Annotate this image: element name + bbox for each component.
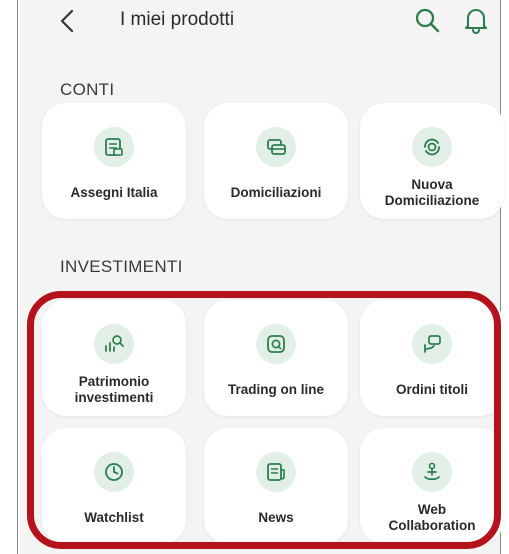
product-label: News	[258, 510, 294, 525]
product-label: Ordini titoli	[396, 382, 468, 397]
collaboration-icon	[412, 452, 452, 492]
product-label: Web Collaboration	[388, 502, 476, 533]
page-title: I miei prodotti	[120, 9, 235, 30]
product-card-patrimonio-investimenti[interactable]: Patrimonio investimenti	[42, 300, 186, 416]
section-title-investimenti: INVESTIMENTI	[60, 257, 183, 276]
cards-icon	[256, 127, 296, 167]
bell-icon[interactable]	[463, 6, 489, 34]
product-label: Nuova Domiciliazione	[384, 177, 480, 208]
product-label: Watchlist	[84, 510, 144, 525]
product-label: Domiciliazioni	[230, 185, 322, 200]
cheque-icon	[94, 127, 134, 167]
chevron-left-icon[interactable]	[56, 8, 80, 34]
newspaper-icon	[256, 452, 296, 492]
top-bar: I miei prodotti	[20, 0, 500, 44]
product-card-web-collaboration[interactable]: Web Collaboration	[360, 428, 504, 544]
coin-refresh-icon	[412, 127, 452, 167]
product-label: Assegni Italia	[70, 185, 158, 200]
product-card-assegni-italia[interactable]: Assegni Italia	[42, 103, 186, 219]
search-icon[interactable]	[414, 7, 440, 33]
section-title-conti: CONTI	[60, 80, 115, 99]
product-card-ordini-titoli[interactable]: Ordini titoli	[360, 300, 504, 416]
product-label: Trading on line	[227, 382, 324, 397]
product-card-watchlist[interactable]: Watchlist	[42, 428, 186, 544]
clock-icon	[94, 452, 134, 492]
product-label: Patrimonio investimenti	[74, 374, 154, 405]
trading-screen-icon	[256, 324, 296, 364]
left-border	[17, 0, 18, 554]
product-card-domiciliazioni[interactable]: Domiciliazioni	[204, 103, 348, 219]
product-card-nuova-domiciliazione[interactable]: Nuova Domiciliazione	[360, 103, 504, 219]
product-card-trading-on-line[interactable]: Trading on line	[204, 300, 348, 416]
order-hand-icon	[412, 324, 452, 364]
products-screen: I miei prodotti CONTI Assegni Italia Dom…	[20, 0, 504, 554]
portfolio-search-icon	[94, 324, 134, 364]
product-card-news[interactable]: News	[204, 428, 348, 544]
